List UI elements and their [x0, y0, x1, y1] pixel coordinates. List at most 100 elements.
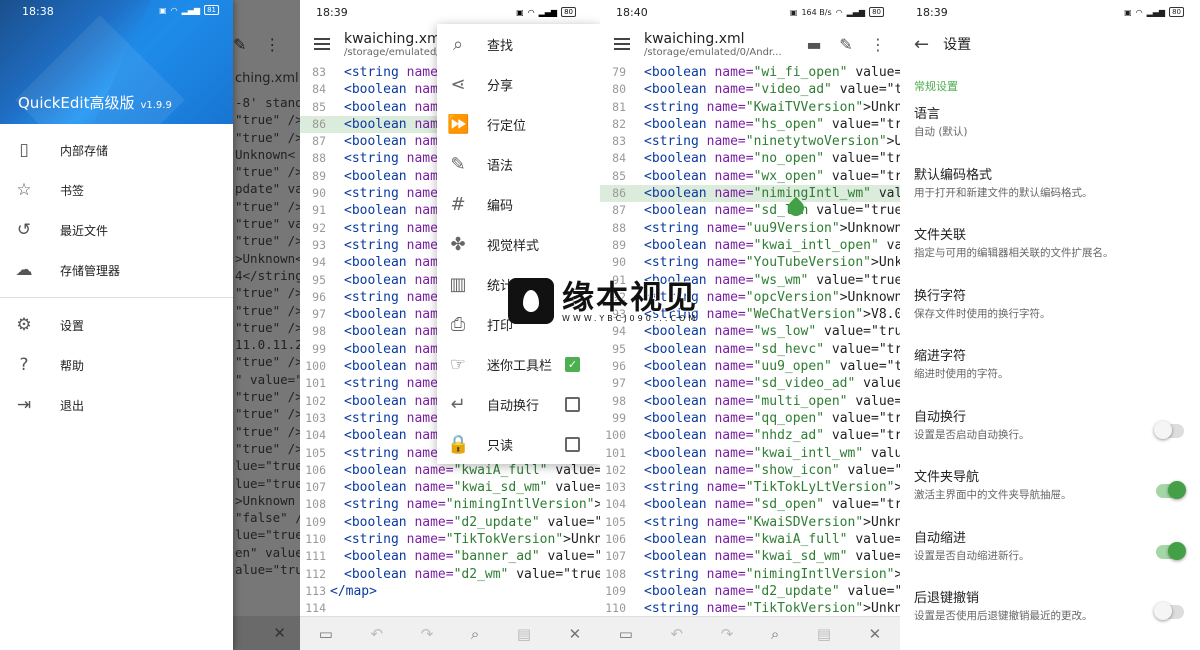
- settings-item[interactable]: 默认编码格式 用于打开和新建文件的默认编码格式。: [900, 161, 1200, 222]
- settings-title: 设置: [943, 37, 972, 53]
- code-text: <boolean name: [344, 307, 446, 323]
- file-path: /storage/emulated/0/Andr...: [644, 46, 782, 58]
- toggle-switch[interactable]: [1156, 481, 1186, 499]
- menu-item[interactable]: ⋖ 分享: [437, 64, 600, 104]
- line-number: 97: [612, 376, 626, 391]
- bg-code-line: lue="true" /: [235, 458, 300, 474]
- code-text: <string name=: [344, 186, 446, 202]
- menu-item[interactable]: # 编码: [437, 184, 600, 224]
- code-line: 94 <boolean name="ws_low" value="true" />: [600, 323, 900, 340]
- back-arrow-icon[interactable]: ←: [914, 34, 929, 55]
- navigation-drawer: 18:38 ▣ ◠ ▂▄▆ 81 QuickEdit高级版 v1.9.9 ▯ 内部存…: [0, 0, 233, 650]
- file-info: kwaiching.xml /storage/emulated/0/Andr..…: [644, 31, 794, 58]
- folder-icon[interactable]: ▭: [619, 625, 633, 643]
- close-icon[interactable]: ✕: [569, 625, 582, 643]
- menu-item[interactable]: ✎ 语法: [437, 144, 600, 184]
- line-number: 104: [305, 428, 326, 443]
- settings-item[interactable]: 语言 自动 (默认): [900, 100, 1200, 161]
- more-icon[interactable]: ⋮: [866, 32, 890, 56]
- code-text: <boolean name: [344, 99, 446, 115]
- settings-screen: 18:39 ▣ ◠ ▂▄▆ 80 ← 设置 常规设置 语言 自动 (默认) 默认编码…: [900, 0, 1200, 650]
- search-icon[interactable]: ⌕: [771, 625, 779, 643]
- folder-icon[interactable]: ▬: [802, 32, 826, 56]
- code-line: 106 <boolean name="kwaiA_full" value="tru…: [300, 462, 600, 479]
- code-text: <string name="nimingIntlVersion">Unknow: [644, 566, 900, 582]
- code-line: 79 <boolean name="wi_fi_open" value="true…: [600, 64, 900, 81]
- settings-item[interactable]: 文件关联 指定与可用的编辑器相关联的文件扩展名。: [900, 221, 1200, 282]
- line-number: 84: [312, 82, 326, 97]
- watermark-text: 缘本视见: [562, 277, 699, 316]
- settings-item[interactable]: 自动缩进 设置是否自动缩进新行。: [900, 524, 1200, 585]
- line-number: 85: [612, 168, 626, 183]
- line-number: 100: [305, 359, 326, 374]
- bg-code-line: "true" />: [235, 285, 300, 301]
- settings-item-title: 语言: [914, 107, 941, 122]
- toggle-switch[interactable]: [1154, 602, 1184, 620]
- edit-icon[interactable]: ✎: [834, 32, 858, 56]
- settings-item[interactable]: 后退键撤销 设置是否使用后退键撤销最近的更改。: [900, 584, 1200, 645]
- drawer-item[interactable]: ⚙ 设置: [0, 305, 233, 345]
- bg-code-line: "true" />: [235, 423, 300, 439]
- phone-icon: ▯: [19, 140, 29, 160]
- settings-item[interactable]: 换行字符 保存文件时使用的换行字符。: [900, 282, 1200, 343]
- close-icon[interactable]: ✕: [869, 625, 882, 643]
- menu-icon[interactable]: [314, 38, 330, 50]
- drawer-item[interactable]: ⇥ 退出: [0, 385, 233, 425]
- menu-item[interactable]: 🔒 只读: [437, 424, 600, 464]
- drawer-item[interactable]: ☆ 书签: [0, 170, 233, 210]
- settings-item[interactable]: 缩进字符 缩进时使用的字符。: [900, 342, 1200, 403]
- code-editor[interactable]: 79 <boolean name="wi_fi_open" value="true…: [600, 64, 900, 616]
- drawer-item[interactable]: ? 帮助: [0, 345, 233, 385]
- settings-item-desc: 缩进时使用的字符。: [914, 368, 1009, 380]
- code-text: <boolean name="hs_open" value="true" />: [644, 116, 900, 132]
- save-icon[interactable]: ▤: [817, 625, 831, 643]
- redo-icon[interactable]: ↷: [721, 625, 734, 643]
- line-number: 83: [312, 65, 326, 79]
- drawer-item[interactable]: ▯ 内部存储: [0, 130, 233, 170]
- app-name-text: QuickEdit高级版: [18, 94, 135, 112]
- redo-icon[interactable]: ↷: [421, 625, 434, 643]
- line-number: 97: [312, 307, 326, 322]
- drawer-item[interactable]: ↺ 最近文件: [0, 210, 233, 250]
- line-number: 94: [612, 324, 626, 339]
- checkbox[interactable]: [565, 396, 580, 412]
- save-icon[interactable]: ▤: [517, 625, 531, 643]
- menu-item-label: 自动换行: [487, 398, 540, 414]
- undo-icon[interactable]: ↶: [671, 625, 684, 643]
- code-text: <string name="TikTokLyLtVersion">Unknow: [644, 480, 900, 496]
- folder-icon[interactable]: ▭: [319, 625, 333, 643]
- menu-item[interactable]: ☞ 迷你工具栏 ✓: [437, 344, 600, 384]
- menu-item[interactable]: ✤ 视觉样式: [437, 224, 600, 264]
- line-number: 89: [312, 168, 326, 183]
- code-text: <boolean name="d2_update" value="true": [644, 583, 900, 599]
- close-icon-dim: ✕: [273, 624, 286, 642]
- code-text: <boolean name="d2_wm" value="true" />: [344, 566, 600, 582]
- code-line: 99 <boolean name="qq_open" value="true" /…: [600, 410, 900, 427]
- code-text: <string name=": [344, 65, 454, 80]
- code-text: <string name="KwaiSDVersion">Unknown<: [644, 514, 900, 530]
- toggle-switch[interactable]: [1154, 420, 1184, 439]
- checkbox[interactable]: ✓: [565, 356, 580, 372]
- line-number: 106: [605, 532, 626, 547]
- menu-screen: 18:39 kwaiching.xml /storage/emulated/0 …: [300, 0, 600, 650]
- bg-code-line: "true" />: [235, 129, 300, 145]
- bg-code-line: >Unknown: [235, 492, 296, 508]
- code-line: 112 <boolean name="d2_wm" value="true" />: [300, 566, 600, 583]
- search-icon[interactable]: ⌕: [471, 625, 479, 643]
- code-text: <string name="ninetytwoVersion">Unknow: [644, 134, 900, 150]
- undo-icon[interactable]: ↶: [371, 625, 384, 643]
- toggle-switch[interactable]: [1156, 541, 1186, 560]
- drawer-item[interactable]: ☁ 存储管理器: [0, 250, 233, 290]
- menu-item[interactable]: ↵ 自动换行: [437, 384, 600, 424]
- checkbox[interactable]: [565, 436, 580, 452]
- line-number: 96: [312, 289, 326, 304]
- menu-icon[interactable]: [614, 38, 630, 50]
- menu-item[interactable]: ⌕ 查找: [437, 24, 600, 64]
- settings-item[interactable]: 自动换行 设置是否启动自动换行。: [900, 403, 1200, 464]
- section-title: 常规设置: [914, 80, 958, 93]
- settings-item[interactable]: 文件夹导航 激活主界面中的文件夹导航抽屉。: [900, 463, 1200, 524]
- menu-item[interactable]: ⏩ 行定位: [437, 104, 600, 144]
- code-text: <boolean name="nhdz_ad" value="true" />: [644, 428, 900, 444]
- menu-item-label: 语法: [487, 158, 514, 174]
